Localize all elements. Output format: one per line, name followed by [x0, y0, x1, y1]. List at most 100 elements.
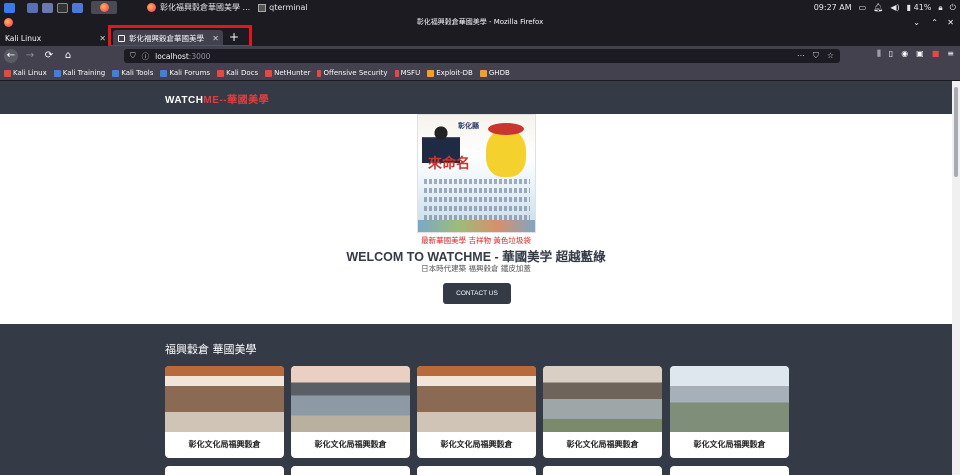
hero-poster-image: 彰化縣 來命名	[417, 114, 536, 233]
kali-icon	[160, 69, 168, 77]
bookmark-kali-training[interactable]: Kali Training	[53, 69, 105, 77]
url-port: :3000	[188, 51, 211, 61]
kali-icon	[53, 69, 61, 77]
gallery-card[interactable]: 彰化文化局福興穀倉	[670, 366, 789, 458]
bookmark-label: NetHunter	[274, 69, 311, 77]
sidebar-icon[interactable]: ▯	[889, 49, 893, 59]
lock-icon[interactable]: 🔒︎	[938, 3, 942, 13]
toolbar-right: ⫼ ▯ ◉ ▣ ■ ≡	[877, 49, 954, 59]
screenshot-icon[interactable]: ▣	[916, 49, 924, 59]
bookmark-msfu[interactable]: MSFU	[394, 69, 420, 77]
exploit-db-icon	[427, 69, 435, 77]
taskbar-firefox-task[interactable]: 彰化福興穀倉華國美學 ...	[147, 2, 250, 13]
poster-mascot	[486, 123, 526, 177]
bookmark-label: Kali Docs	[226, 69, 259, 77]
offsec-icon	[317, 69, 322, 77]
window-title: 彰化福興穀倉華國美學 - Mozilla Firefox	[416, 18, 544, 26]
browser-launcher-icon[interactable]	[72, 2, 83, 13]
bookmark-ghdb[interactable]: GHDB	[479, 69, 510, 77]
gallery-card-image	[543, 366, 662, 432]
reload-button[interactable]: ⟳	[42, 49, 56, 63]
gallery-card-partial[interactable]	[291, 466, 410, 475]
bookmark-star-icon[interactable]: ☆	[827, 51, 834, 61]
page-actions-icon[interactable]: ⋯	[797, 51, 805, 61]
gallery-card[interactable]: 彰化文化局福興穀倉	[417, 366, 536, 458]
library-icon[interactable]: ⫼	[877, 49, 881, 59]
extension-icon[interactable]: ■	[932, 49, 940, 59]
gallery-card[interactable]: 彰化文化局福興穀倉	[543, 366, 662, 458]
back-button[interactable]: ←	[4, 49, 18, 63]
gallery-card-image	[291, 366, 410, 432]
volume-icon[interactable]: ◀)	[890, 3, 899, 12]
maximize-button[interactable]: ⌃	[931, 15, 938, 30]
gallery-card-label: 彰化文化局福興穀倉	[314, 440, 387, 449]
gallery-title: 福興穀倉 華國美學	[165, 343, 257, 356]
brand-part-me: ME	[203, 95, 220, 106]
folder-icon[interactable]	[42, 2, 53, 13]
bookmark-label: Offensive Security	[323, 69, 388, 77]
gallery-card-image	[417, 366, 536, 432]
tab-close-icon[interactable]: ✕	[99, 34, 106, 43]
site-brand-link[interactable]: WATCHME--華國美學	[165, 91, 269, 106]
bookmark-kali-linux[interactable]: Kali Linux	[4, 69, 47, 77]
gallery-card-image	[165, 366, 284, 432]
menu-icon[interactable]: ≡	[947, 49, 954, 59]
page-viewport: WATCHME--華國美學 彰化縣 來命名 最新華國美學 吉祥物 黃色垃圾袋 W…	[0, 81, 952, 475]
battery-icon: ▮	[906, 3, 912, 12]
gallery-card[interactable]: 彰化文化局福興穀倉	[165, 366, 284, 458]
bookmarks-toolbar: Kali Linux Kali Training Kali Tools Kali…	[0, 66, 960, 81]
bookmark-label: Kali Tools	[121, 69, 154, 77]
taskbar-terminal-task[interactable]: qterminal	[258, 3, 308, 12]
navigation-bar: ← → ⟳ ⌂ ⛉ ⓘ localhost:3000 ⋯ ⛉ ☆ ⫼ ▯ ◉ ▣…	[0, 46, 960, 66]
system-tray: 09:27 AM ▭ 🔔︎ ◀) ▮ 41% 🔒︎ ⏻	[814, 0, 956, 15]
bookmark-label: GHDB	[488, 69, 510, 77]
gallery-card-image	[670, 366, 789, 432]
gallery-card[interactable]: 彰化文化局福興穀倉	[291, 366, 410, 458]
minimize-button[interactable]: ⌄	[913, 15, 920, 30]
scrollbar-thumb[interactable]	[954, 87, 958, 177]
workspace-icon[interactable]	[27, 2, 38, 13]
info-icon[interactable]: ⓘ	[142, 51, 150, 62]
poster-photo-strip	[418, 220, 535, 232]
shield-icon[interactable]: ⛉	[130, 51, 136, 61]
bookmark-exploit-db[interactable]: Exploit-DB	[427, 69, 473, 77]
account-icon[interactable]: ◉	[901, 49, 908, 59]
poster-headline: 來命名	[428, 156, 470, 172]
page-scrollbar[interactable]	[952, 81, 960, 475]
close-window-button[interactable]: ✕	[947, 15, 954, 30]
bookmark-kali-docs[interactable]: Kali Docs	[217, 69, 258, 77]
contact-us-button[interactable]: CONTACT US	[443, 283, 511, 304]
bell-icon[interactable]: 🔔︎	[873, 3, 883, 12]
taskbar-terminal-label: qterminal	[269, 3, 308, 12]
bookmark-label: Exploit-DB	[436, 69, 473, 77]
os-taskbar: 彰化福興穀倉華國美學 ... qterminal 09:27 AM ▭ 🔔︎ ◀…	[0, 0, 960, 15]
terminal-icon[interactable]	[57, 2, 68, 13]
gallery-card-partial[interactable]	[543, 466, 662, 475]
clock[interactable]: 09:27 AM	[814, 3, 852, 12]
gallery-card-partial[interactable]	[417, 466, 536, 475]
kali-menu-icon[interactable]	[4, 2, 15, 13]
taskbar-firefox-label: 彰化福興穀倉華國美學 ...	[160, 3, 251, 12]
bookmark-label: Kali Forums	[169, 69, 211, 77]
ghdb-icon	[479, 69, 487, 77]
gallery-card-partial[interactable]	[670, 466, 789, 475]
kali-icon	[217, 69, 225, 77]
kali-icon	[4, 69, 11, 77]
forward-button[interactable]: →	[23, 49, 37, 63]
firefox-window-icon	[4, 18, 13, 27]
bookmark-kali-forums[interactable]: Kali Forums	[160, 69, 210, 77]
battery-indicator[interactable]: ▮ 41%	[907, 3, 932, 12]
site-header: WATCHME--華國美學	[0, 81, 952, 114]
bookmark-offensive-security[interactable]: Offensive Security	[317, 69, 388, 77]
bookmark-kali-tools[interactable]: Kali Tools	[112, 69, 153, 77]
hero-subtitle: 日本時代建築 福興穀倉 鐵皮加蓋	[421, 264, 531, 273]
power-icon[interactable]: ⏻	[950, 3, 956, 13]
bookmark-nethunter[interactable]: NetHunter	[265, 69, 310, 77]
tab-kali-linux[interactable]: Kali Linux ✕	[0, 30, 110, 46]
pocket-icon[interactable]: ⛉	[813, 51, 819, 61]
gallery-card-partial[interactable]	[165, 466, 284, 475]
monitor-icon[interactable]: ▭	[859, 3, 867, 12]
firefox-launcher-icon[interactable]	[91, 1, 117, 14]
url-bar[interactable]: ⛉ ⓘ localhost:3000 ⋯ ⛉ ☆	[124, 49, 840, 63]
home-button[interactable]: ⌂	[61, 49, 75, 63]
